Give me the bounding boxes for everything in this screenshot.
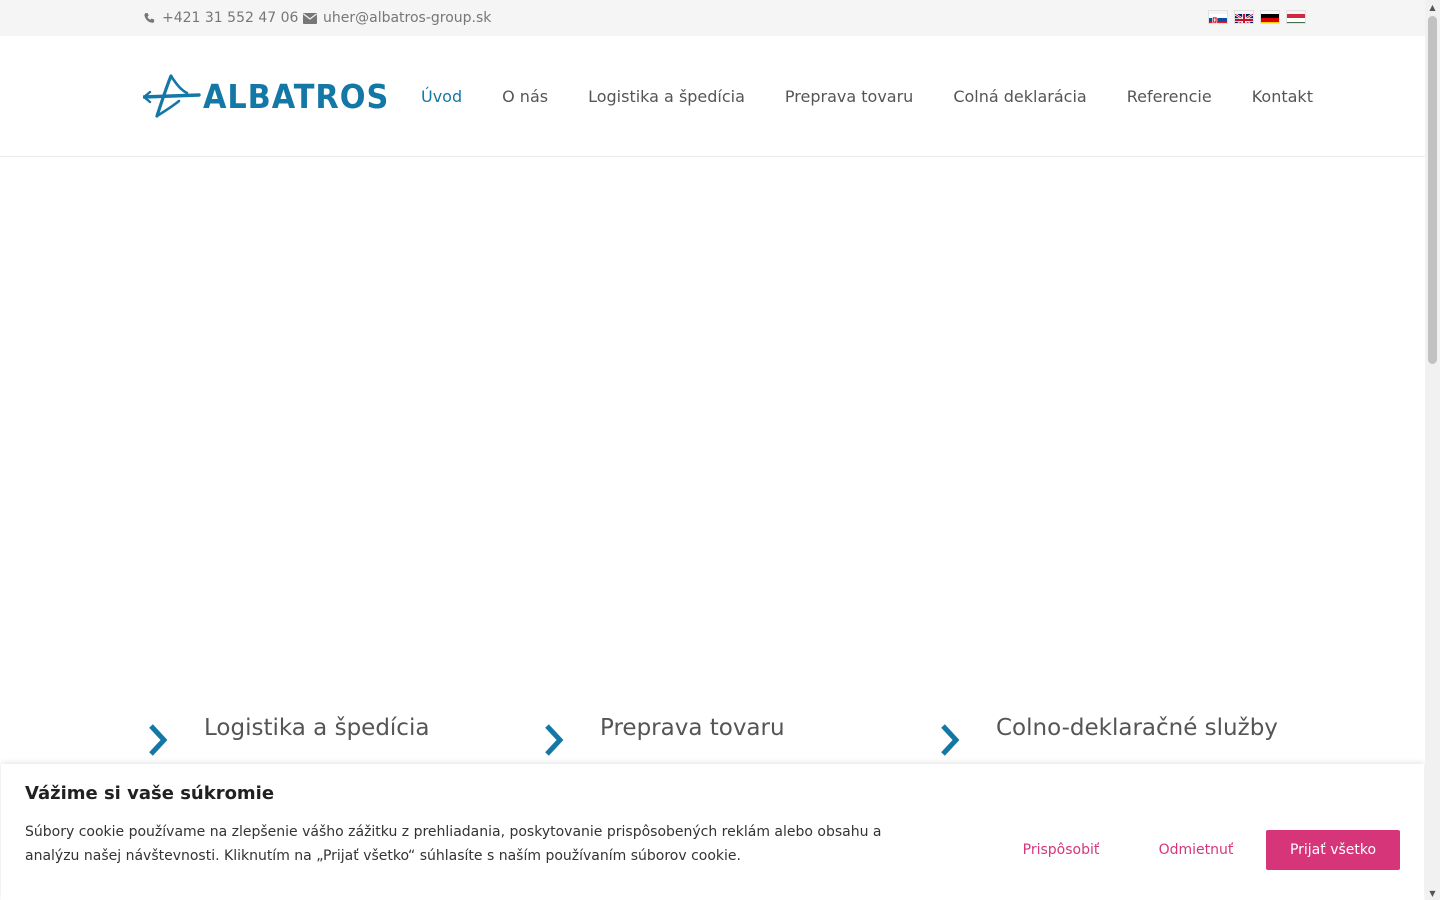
cookie-title: Vážime si vaše súkromie	[25, 783, 275, 804]
logo[interactable]: ALBATROS	[143, 73, 405, 119]
albatros-bird-icon	[143, 74, 201, 118]
reject-button[interactable]: Odmietnuť	[1136, 830, 1256, 870]
hero-area	[0, 157, 1425, 697]
nav-item-kontakt[interactable]: Kontakt	[1252, 87, 1313, 106]
nav-item-logistika[interactable]: Logistika a špedícia	[588, 87, 745, 106]
main-nav: Úvod O nás Logistika a špedícia Preprava…	[421, 36, 1313, 156]
envelope-icon	[303, 12, 317, 24]
email-link[interactable]: uher@albatros-group.sk	[303, 0, 491, 36]
phone-icon	[144, 12, 155, 23]
chevron-right-icon	[941, 724, 960, 756]
customize-button[interactable]: Prispôsobiť	[1001, 830, 1121, 870]
feature-logistika[interactable]: Logistika a špedícia	[147, 715, 429, 757]
cookie-banner: Vážime si vaše súkromie Súbory cookie po…	[1, 764, 1424, 900]
flag-en-icon[interactable]	[1235, 11, 1253, 23]
scroll-thumb[interactable]	[1428, 16, 1437, 364]
phone-number: +421 31 552 47 06	[162, 10, 299, 26]
chevron-right-icon	[149, 724, 168, 756]
feature-colno-deklaracne[interactable]: Colno-deklaračné služby	[939, 715, 1278, 757]
feature-title: Colno-deklaračné služby	[996, 715, 1278, 741]
scrollbar[interactable]: ▲ ▼	[1425, 0, 1440, 900]
flag-hu-icon[interactable]	[1287, 11, 1305, 23]
nav-item-referencie[interactable]: Referencie	[1127, 87, 1212, 106]
top-bar: +421 31 552 47 06 uher@albatros-group.sk	[0, 0, 1425, 36]
email-address: uher@albatros-group.sk	[323, 10, 492, 26]
chevron-right-icon	[545, 724, 564, 756]
nav-item-uvod[interactable]: Úvod	[421, 87, 462, 106]
page: +421 31 552 47 06 uher@albatros-group.sk	[0, 0, 1425, 900]
accept-all-button[interactable]: Prijať všetko	[1266, 830, 1400, 870]
flag-sk-icon[interactable]	[1209, 11, 1227, 23]
feature-preprava[interactable]: Preprava tovaru	[543, 715, 785, 757]
nav-item-o-nas[interactable]: O nás	[502, 87, 548, 106]
logo-text: ALBATROS	[203, 76, 390, 116]
site-header: ALBATROS Úvod O nás Logistika a špedícia…	[0, 36, 1425, 157]
feature-title: Preprava tovaru	[600, 715, 785, 741]
scroll-up-arrow-icon[interactable]: ▲	[1425, 0, 1440, 14]
flag-de-icon[interactable]	[1261, 11, 1279, 23]
phone-link[interactable]: +421 31 552 47 06	[143, 0, 298, 36]
feature-title: Logistika a špedícia	[204, 715, 430, 741]
language-switcher	[1209, 11, 1305, 23]
nav-item-preprava[interactable]: Preprava tovaru	[785, 87, 913, 106]
scroll-down-arrow-icon[interactable]: ▼	[1425, 886, 1440, 900]
nav-item-colna-deklaracia[interactable]: Colná deklarácia	[953, 87, 1086, 106]
cookie-text: Súbory cookie používame na zlepšenie váš…	[25, 824, 882, 864]
